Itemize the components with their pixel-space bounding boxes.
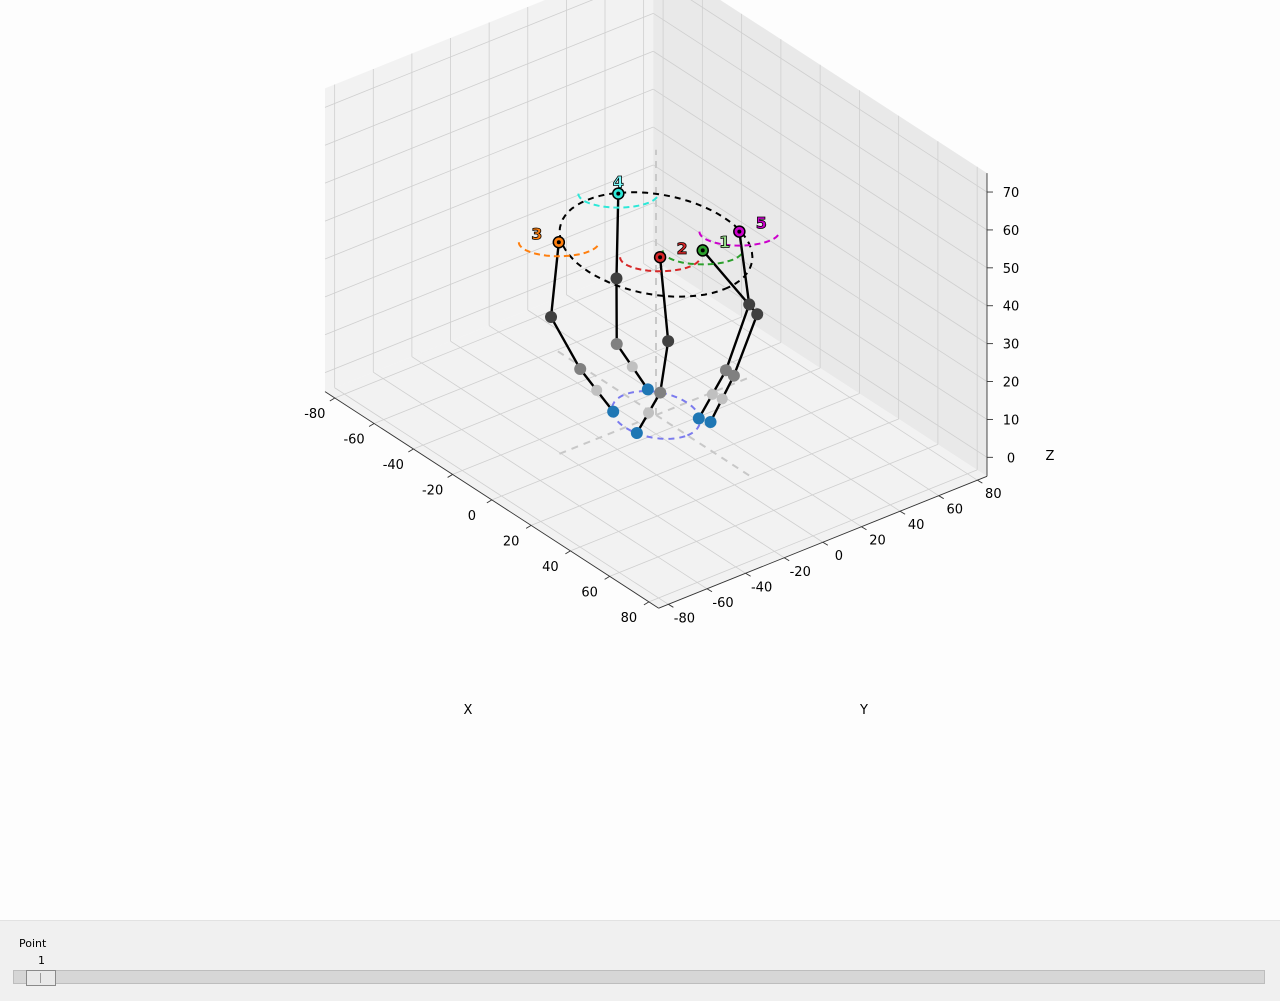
x-tick-label: 80 [621,611,638,626]
x-tick [447,474,453,478]
x-tick [643,601,650,606]
x-tick-label: -80 [304,407,325,422]
x-tick-label: 20 [503,534,520,549]
shin-joint [706,388,718,400]
knee-joint [751,308,764,321]
leg-label: 2 [677,239,688,258]
plot-3d: -80-60-40-20020406080 -80-60-40-200204060… [304,0,1055,718]
y-tick [861,526,867,531]
y-tick [668,603,674,608]
x-tick-label: 60 [581,585,598,600]
foot-marker [607,405,620,418]
leg-label: 5 [756,214,767,233]
ankle-joint [610,338,623,351]
x-tick [525,525,532,529]
slider-panel: Point 1 [0,920,1280,1001]
leg-tip-center [700,248,705,253]
y-tick-label: 0 [835,549,843,564]
y-tick [784,557,790,562]
y-tick-label: 80 [985,487,1002,502]
z-tick-label: 50 [1003,262,1020,277]
z-axis-label: Z [1046,449,1055,464]
knee-joint [545,311,558,324]
shin-joint [591,384,603,396]
foot-marker [641,383,654,396]
leg-label: 3 [531,224,542,243]
leg-tip-center [556,240,561,245]
x-axis-label: X [464,703,473,718]
z-tick-label: 40 [1003,300,1020,315]
x-tick [368,423,375,427]
y-tick-label: 20 [869,534,886,549]
slider-handle[interactable] [26,970,56,986]
z-tick-label: 0 [1007,451,1015,466]
knee-joint [743,298,756,311]
foot-marker [704,415,717,428]
x-tick-label: 0 [468,509,476,524]
x-tick [486,499,493,504]
y-tick [822,541,829,546]
leg-tip-center [737,229,742,234]
shin-joint [716,393,728,405]
ankle-joint [574,363,587,376]
leg-tip-center [658,255,663,260]
z-tick-label: 70 [1003,186,1020,201]
foot-marker [630,427,643,440]
ankle-joint [719,364,732,377]
x-tick-label: -60 [343,432,364,447]
y-tick-label: -60 [712,596,733,611]
z-tick-label: 30 [1003,338,1020,353]
x-tick-label: 40 [542,560,559,575]
x-tick [408,448,414,453]
y-tick-label: 60 [946,503,963,518]
point-slider[interactable] [13,970,1265,986]
y-axis-label: Y [859,703,868,718]
slider-label: Point [19,937,47,950]
y-tick-label: -20 [790,565,811,580]
x-tick-label: -40 [383,458,404,473]
slider-value: 1 [38,954,45,967]
leg-label: 1 [719,232,730,251]
y-tick [938,495,944,500]
x-tick [329,397,336,402]
y-tick [899,510,906,515]
leg-label: 4 [613,173,624,192]
knee-joint [662,335,675,348]
y-tick [745,572,751,577]
x-tick [604,575,610,580]
y-tick [977,479,983,484]
x-tick [565,550,571,555]
knee-joint [610,272,623,285]
z-tick-label: 20 [1003,376,1020,391]
z-tick-label: 60 [1003,224,1020,239]
y-tick-label: 40 [908,518,925,533]
y-tick [706,588,713,593]
y-tick-label: -80 [674,611,695,626]
ankle-joint [654,386,667,399]
leg-tip-center [616,191,621,196]
shin-joint [626,361,638,373]
x-tick-label: -20 [422,483,443,498]
z-tick-label: 10 [1003,413,1020,428]
shin-joint [643,407,655,419]
y-tick-label: -40 [751,580,772,595]
foot-marker [692,412,705,425]
